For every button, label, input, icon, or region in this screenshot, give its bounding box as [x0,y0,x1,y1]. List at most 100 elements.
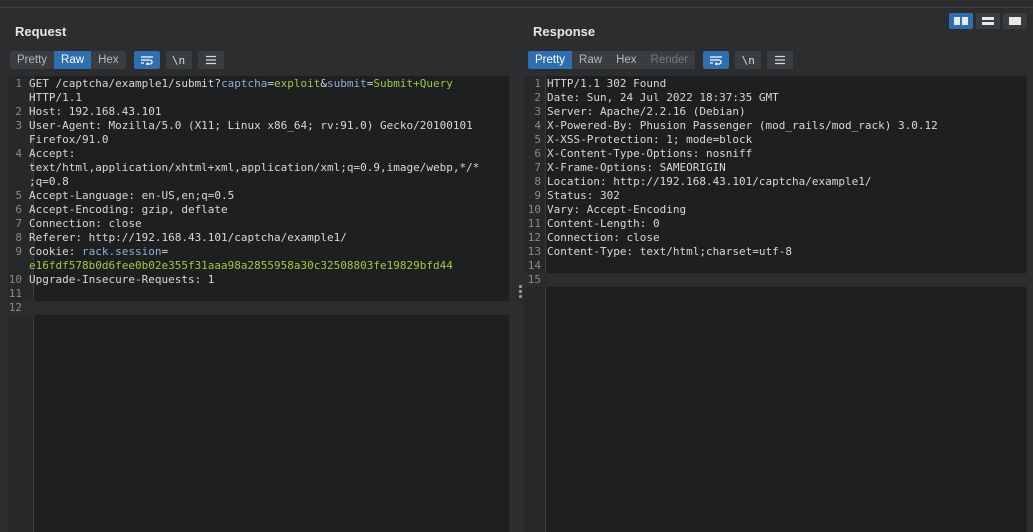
response-tab-hex[interactable]: Hex [609,51,644,69]
line-number: 15 [527,273,541,286]
line-text: HTTP/1.1 302 Found [547,77,666,91]
token: X-Frame-Options: SAMEORIGIN [547,161,726,174]
response-code-line: 8 Location: http://192.168.43.101/captcha… [524,175,1027,189]
response-code-line: 11 Content-Length: 0 [524,217,1027,231]
line-number: 8 [15,231,22,244]
token: Content-Type: text/html;charset=utf-8 [547,245,793,258]
request-tab-raw[interactable]: Raw [54,51,92,69]
line-text: Accept-Language: en-US,en;q=0.5 [29,189,234,203]
response-code-line: 1 HTTP/1.1 302 Found [524,77,1027,91]
request-code-line: text/html,application/xhtml+xml,applicat… [8,161,509,175]
line-number: 7 [15,217,22,230]
token: Connection: close [29,217,142,230]
line-number: 1 [534,77,541,90]
line-number: 3 [534,105,541,118]
line-number: 11 [8,287,22,300]
top-strip [0,0,1033,8]
line-number: 1 [15,77,22,90]
response-code-line: 6 X-Content-Type-Options: nosniff [524,147,1027,161]
line-text: Firefox/91.0 [29,133,108,147]
line-number: 10 [8,273,22,286]
request-code-line: 5 Accept-Language: en-US,en;q=0.5 [8,189,509,203]
token: HTTP/1.1 302 Found [547,77,667,90]
response-code-line: 12 Connection: close [524,231,1027,245]
line-number: 9 [15,245,22,258]
line-number: 4 [15,147,22,160]
pane-splitter[interactable] [509,72,523,532]
line-number: 14 [527,259,541,272]
token: User-Agent: Mozilla/5.0 (X11; Linux x86_… [29,119,473,132]
request-code-line: HTTP/1.1 [8,91,509,105]
response-code-line: 7 X-Frame-Options: SAMEORIGIN [524,161,1027,175]
token: Accept-Encoding: gzip, deflate [29,203,228,216]
token: Status: 302 [547,189,620,202]
token: Upgrade-Insecure-Requests: 1 [29,273,215,286]
request-code-line: 6 Accept-Encoding: gzip, deflate [8,203,509,217]
response-code-line: 4 X-Powered-By: Phusion Passenger (mod_ra… [524,119,1027,133]
line-text: Cookie: rack.session= [29,245,168,259]
line-text: Date: Sun, 24 Jul 2022 18:37:35 GMT [547,91,779,105]
request-code-line: Firefox/91.0 [8,133,509,147]
line-text: Accept-Encoding: gzip, deflate [29,203,228,217]
hamburger-menu-icon[interactable] [197,51,224,69]
line-text: Connection: close [29,217,142,231]
response-pane: Response Pretty Raw Hex Render \n [528,24,1028,70]
line-text: Server: Apache/2.2.16 (Debian) [547,105,746,119]
request-code-line: ;q=0.8 [8,175,509,189]
token: Cookie: [29,245,82,258]
response-code-line: 10 Vary: Accept-Encoding [524,203,1027,217]
response-tab-pretty[interactable]: Pretty [528,51,573,69]
line-text: Upgrade-Insecure-Requests: 1 [29,273,214,287]
response-title: Response [533,24,596,39]
line-text: Location: http://192.168.43.101/captcha/… [547,175,872,189]
line-text: X-Powered-By: Phusion Passenger (mod_rai… [547,119,938,133]
response-code-line: 14 [524,259,1027,273]
token: submit [327,77,367,90]
token: e16fdf578b0d6fee0b02e355f31aaa98a2855958… [29,259,453,272]
request-code-line: 10 Upgrade-Insecure-Requests: 1 [8,273,509,287]
token: X-Powered-By: Phusion Passenger (mod_rai… [547,119,938,132]
line-text: Accept: [29,147,75,161]
response-editor[interactable]: 1 HTTP/1.1 302 Found 2 Date: Sun, 24 Jul 20… [524,76,1027,532]
newline-toggle-button[interactable]: \n [165,51,192,69]
splitter-grip-icon[interactable] [519,285,522,300]
response-code-line: 9 Status: 302 [524,189,1027,203]
line-number: 4 [534,119,541,132]
response-tab-raw[interactable]: Raw [572,51,610,69]
request-code-line: 9 Cookie: rack.session= [8,245,509,259]
request-tab-pretty[interactable]: Pretty [10,51,55,69]
line-number: 5 [15,189,22,202]
token: exploit [274,77,321,90]
line-number: 12 [8,301,22,314]
line-text: Content-Length: 0 [547,217,660,231]
line-number: 3 [15,119,22,132]
token: ;q=0.8 [29,175,69,188]
request-tab-hex[interactable]: Hex [91,51,126,69]
line-text: e16fdf578b0d6fee0b02e355f31aaa98a2855958… [29,259,453,273]
token: Vary: Accept-Encoding [547,203,687,216]
token: rack.session [81,245,162,258]
request-toolbar: Pretty Raw Hex \n [10,50,508,70]
request-code-line: 3 User-Agent: Mozilla/5.0 (X11; Linux x86… [8,119,509,133]
hamburger-menu-icon[interactable] [767,51,794,69]
request-pane: Request Pretty Raw Hex \n [10,24,508,70]
wrap-lines-icon[interactable] [703,51,730,69]
request-code-line: 7 Connection: close [8,217,509,231]
request-code-line: 11 [8,287,509,301]
token: Referer: http://192.168.43.101/captcha/e… [29,231,347,244]
response-tab-render[interactable]: Render [643,51,696,69]
line-text: Referer: http://192.168.43.101/captcha/e… [29,231,347,245]
response-code-line: 5 X-XSS-Protection: 1; mode=block [524,133,1027,147]
token: Location: http://192.168.43.101/captcha/… [547,175,872,188]
line-number: 2 [15,105,22,118]
line-text: X-XSS-Protection: 1; mode=block [547,133,752,147]
token: HTTP/1.1 [29,91,82,104]
line-number: 13 [527,245,541,258]
token: Accept: [29,147,76,160]
line-text: X-Content-Type-Options: nosniff [547,147,752,161]
request-code-line: 12 [8,301,509,315]
token: Host: 192.168.43.101 [29,105,162,118]
wrap-lines-icon[interactable] [133,51,160,69]
request-editor[interactable]: 1 GET /captcha/example1/submit?captcha=ex… [8,76,509,532]
newline-toggle-button[interactable]: \n [735,51,762,69]
